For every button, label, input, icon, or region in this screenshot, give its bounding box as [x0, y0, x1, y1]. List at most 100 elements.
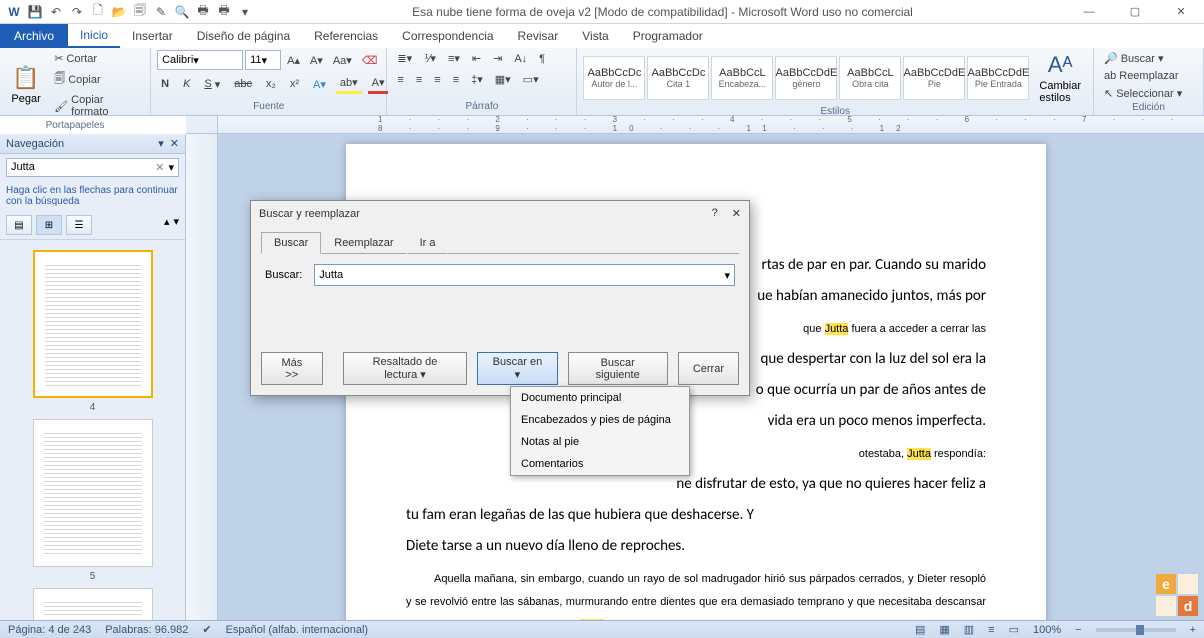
dialog-help-icon[interactable]: ?	[712, 207, 718, 220]
search-dropdown-icon[interactable]: ▾	[168, 161, 174, 174]
status-spell-icon[interactable]: ✔	[202, 623, 211, 636]
cut-button[interactable]: ✂Cortar	[50, 50, 144, 67]
dialog-tab-goto[interactable]: Ir a	[407, 232, 449, 254]
tab-references[interactable]: Referencias	[302, 24, 390, 48]
page-thumbnail-6[interactable]	[33, 588, 153, 620]
font-size-combo[interactable]: 11 ▾	[245, 50, 281, 70]
bullets-icon[interactable]: ≣▾	[393, 50, 416, 67]
maximize-button[interactable]: ▢	[1112, 0, 1158, 24]
more-button[interactable]: Más >>	[261, 352, 323, 385]
style-card[interactable]: AaBbCcLObra cita	[839, 56, 901, 100]
vertical-ruler[interactable]	[186, 134, 218, 620]
menu-comments[interactable]: Comentarios	[511, 453, 689, 475]
view-print-icon[interactable]: ▤	[915, 623, 925, 636]
qat-icon[interactable]: 🗐	[132, 4, 148, 20]
italic-button[interactable]: K	[179, 74, 194, 94]
style-card[interactable]: AaBbCcDcAutor de l...	[583, 56, 645, 100]
select-button[interactable]: ↖Seleccionar ▾	[1100, 85, 1186, 102]
tab-review[interactable]: Revisar	[506, 24, 571, 48]
horizontal-ruler[interactable]: 1 · · · 2 · · · 3 · · · 4 · · · 5 · · · …	[218, 116, 1204, 133]
view-web-icon[interactable]: ▥	[964, 623, 974, 636]
style-card[interactable]: AaBbCcLEncabeza...	[711, 56, 773, 100]
view-outline-icon[interactable]: ≡	[988, 624, 994, 636]
print-icon[interactable]: 🖶	[195, 4, 211, 20]
page-thumbnail-4[interactable]	[33, 250, 153, 398]
dialog-tab-find[interactable]: Buscar	[261, 232, 321, 254]
tab-home[interactable]: Inicio	[68, 24, 120, 48]
close-dialog-button[interactable]: Cerrar	[678, 352, 739, 385]
clear-format-icon[interactable]: ⌫	[358, 52, 382, 69]
borders-icon[interactable]: ▭▾	[519, 71, 543, 88]
view-fullscreen-icon[interactable]: ▦	[939, 623, 949, 636]
superscript-button[interactable]: x²	[286, 74, 303, 94]
style-card[interactable]: AaBbCcDdEPie Entrada	[967, 56, 1029, 100]
status-words[interactable]: Palabras: 96.982	[105, 624, 188, 636]
nav-search-input[interactable]: Jutta ✕▾	[6, 158, 179, 177]
change-styles-button[interactable]: AᴬCambiar estilos	[1033, 50, 1087, 106]
copy-button[interactable]: 🗐Copiar	[50, 68, 144, 91]
nav-tab-results[interactable]: ☰	[66, 215, 92, 235]
find-button[interactable]: 🔎Buscar ▾	[1100, 50, 1167, 67]
zoom-out-icon[interactable]: −	[1075, 624, 1081, 636]
align-center-icon[interactable]: ≡	[412, 71, 426, 88]
align-left-icon[interactable]: ≡	[393, 71, 407, 88]
open-icon[interactable]: 📂	[111, 4, 127, 20]
replace-button[interactable]: abReemplazar	[1100, 68, 1183, 84]
reading-highlight-button[interactable]: Resaltado de lectura ▾	[343, 352, 468, 385]
shading-icon[interactable]: ▦▾	[491, 71, 515, 88]
menu-footnotes[interactable]: Notas al pie	[511, 431, 689, 453]
qat-more-icon[interactable]: ▾	[237, 4, 253, 20]
format-painter-button[interactable]: 🖌Copiar formato	[50, 92, 144, 120]
nav-close-icon[interactable]: ✕	[170, 137, 179, 150]
strike-button[interactable]: abc	[230, 74, 256, 94]
zoom-slider[interactable]	[1096, 628, 1176, 632]
new-icon[interactable]: 🗋	[90, 4, 106, 20]
nav-tab-headings[interactable]: ▤	[6, 215, 32, 235]
font-color-icon[interactable]: A▾	[368, 74, 389, 94]
indent-inc-icon[interactable]: ⇥	[489, 50, 506, 67]
nav-tab-pages[interactable]: ⊞	[36, 215, 62, 235]
tab-developer[interactable]: Programador	[621, 24, 715, 48]
multilevel-icon[interactable]: ≡▾	[444, 50, 464, 67]
nav-dropdown-icon[interactable]: ▾	[158, 137, 164, 150]
tab-file[interactable]: Archivo	[0, 24, 68, 48]
page-thumbnail-5[interactable]	[33, 419, 153, 567]
bold-button[interactable]: N	[157, 74, 173, 94]
qat-icon[interactable]: 🖶	[216, 4, 232, 20]
minimize-button[interactable]: —	[1066, 0, 1112, 24]
tab-layout[interactable]: Diseño de página	[185, 24, 302, 48]
underline-button[interactable]: S▾	[200, 74, 224, 94]
find-input[interactable]: Jutta▾	[314, 264, 735, 286]
zoom-level[interactable]: 100%	[1033, 624, 1061, 636]
show-marks-icon[interactable]: ¶	[535, 50, 549, 67]
sort-icon[interactable]: A↓	[510, 50, 531, 67]
style-card[interactable]: AaBbCcDdEPie	[903, 56, 965, 100]
menu-main-doc[interactable]: Documento principal	[511, 387, 689, 409]
qat-icon[interactable]: ✎	[153, 4, 169, 20]
change-case-icon[interactable]: Aa▾	[329, 52, 356, 69]
justify-icon[interactable]: ≡	[449, 71, 463, 88]
preview-icon[interactable]: 🔍	[174, 4, 190, 20]
font-name-combo[interactable]: Calibri ▾	[157, 50, 243, 70]
shrink-font-icon[interactable]: A▾	[306, 52, 327, 69]
status-page[interactable]: Página: 4 de 243	[8, 624, 91, 636]
highlight-icon[interactable]: ab▾	[336, 74, 362, 94]
undo-icon[interactable]: ↶	[48, 4, 64, 20]
paste-button[interactable]: 📋Pegar	[6, 63, 46, 107]
redo-icon[interactable]: ↷	[69, 4, 85, 20]
line-spacing-icon[interactable]: ‡▾	[467, 71, 487, 88]
find-next-button[interactable]: Buscar siguiente	[568, 352, 668, 385]
tab-mailings[interactable]: Correspondencia	[390, 24, 505, 48]
status-language[interactable]: Español (alfab. internacional)	[226, 624, 368, 636]
clear-search-icon[interactable]: ✕	[155, 161, 164, 174]
search-in-button[interactable]: Buscar en ▾	[477, 352, 557, 385]
style-card[interactable]: AaBbCcDcCita 1	[647, 56, 709, 100]
dialog-tab-replace[interactable]: Reemplazar	[321, 232, 406, 254]
zoom-in-icon[interactable]: +	[1190, 624, 1196, 636]
chevron-down-icon[interactable]: ▾	[724, 269, 730, 282]
tab-view[interactable]: Vista	[570, 24, 620, 48]
dialog-close-icon[interactable]: ✕	[732, 207, 741, 220]
style-card[interactable]: AaBbCcDdEgénero	[775, 56, 837, 100]
menu-headers-footers[interactable]: Encabezados y pies de página	[511, 409, 689, 431]
save-icon[interactable]: 💾	[27, 4, 43, 20]
